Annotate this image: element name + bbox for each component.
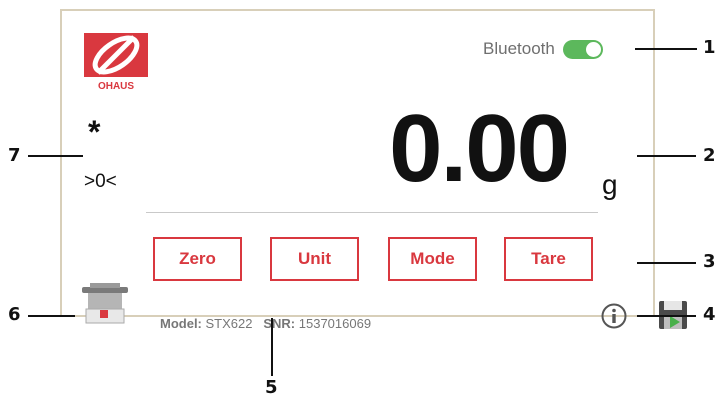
- weight-display: 0.00: [389, 95, 570, 202]
- callout-line-1: [635, 48, 697, 50]
- tare-button[interactable]: Tare: [504, 237, 593, 281]
- callout-line-2: [637, 155, 696, 157]
- center-of-zero-indicator: >0<: [84, 171, 117, 192]
- device-info: Model: STX622 SNR: 1537016069: [160, 316, 371, 331]
- callout-line-3: [637, 262, 696, 264]
- callout-1: 1: [703, 37, 716, 58]
- callout-7: 7: [8, 145, 21, 166]
- callout-line-6: [28, 315, 75, 317]
- weight-unit: g: [602, 169, 618, 200]
- callout-2: 2: [703, 145, 716, 166]
- callout-line-4: [637, 315, 696, 317]
- info-icon[interactable]: [601, 303, 627, 329]
- bluetooth-toggle[interactable]: [562, 39, 603, 59]
- callout-3: 3: [703, 251, 716, 272]
- snr-value: 1537016069: [298, 316, 372, 331]
- stability-indicator: *: [88, 114, 101, 150]
- callout-line-5: [271, 318, 273, 376]
- callout-line-7: [28, 155, 83, 157]
- bluetooth-label: Bluetooth: [483, 39, 555, 58]
- callout-5: 5: [265, 377, 278, 398]
- display-divider: [146, 212, 598, 213]
- mode-button[interactable]: Mode: [388, 237, 477, 281]
- svg-text:OHAUS: OHAUS: [98, 81, 134, 91]
- bluetooth-setting: Bluetooth: [483, 39, 603, 59]
- callout-4: 4: [703, 304, 716, 325]
- zero-button[interactable]: Zero: [153, 237, 242, 281]
- toggle-knob: [585, 41, 601, 57]
- ohaus-logo: OHAUS: [84, 33, 148, 91]
- unit-button[interactable]: Unit: [270, 237, 359, 281]
- snr-label: SNR:: [263, 316, 296, 331]
- model-label: Model:: [160, 316, 202, 331]
- balance-icon[interactable]: [80, 283, 130, 325]
- callout-6: 6: [8, 304, 21, 325]
- balance-home-screen: OHAUS Bluetooth * >0< 0.00 g Zero Unit M…: [60, 9, 655, 331]
- model-value: STX622: [205, 316, 253, 331]
